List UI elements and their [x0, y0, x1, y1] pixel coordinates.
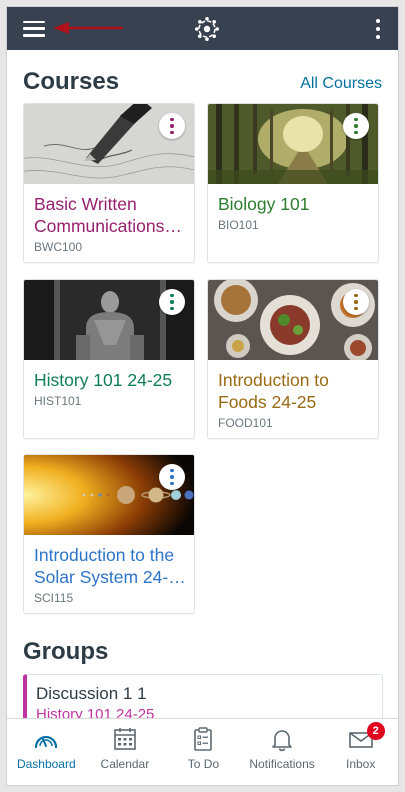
course-card-code: HIST101	[34, 394, 82, 408]
annotation-arrow-icon	[53, 22, 123, 34]
tab-calendar[interactable]: Calendar	[86, 719, 165, 785]
course-card[interactable]: Introduction to the Solar System 24-… SC…	[23, 454, 195, 614]
course-card-code: FOOD101	[218, 416, 273, 430]
todo-clipboard-icon	[194, 727, 213, 751]
course-card-code: SCI115	[34, 591, 74, 605]
calendar-icon	[114, 728, 136, 750]
course-card-code: BIO101	[218, 218, 259, 232]
tab-notifications[interactable]: Notifications	[243, 719, 322, 785]
course-card-title: Basic Written Communications…	[34, 194, 182, 236]
all-courses-link[interactable]: All Courses	[300, 75, 382, 93]
course-card-title: History 101 24-25	[34, 370, 173, 390]
course-card-menu-icon[interactable]	[343, 289, 369, 315]
group-card[interactable]: Discussion 1 1 History 101 24-25	[23, 674, 383, 718]
course-card-title: Introduction to the Solar System 24-…	[34, 545, 186, 587]
top-navigation-bar	[7, 7, 398, 50]
group-card-name: Discussion 1 1	[36, 684, 147, 703]
course-card-code: BWC100	[34, 240, 83, 254]
course-card-menu-icon[interactable]	[159, 113, 185, 139]
dashboard-icon	[35, 735, 58, 749]
tab-label: Notifications	[249, 757, 315, 771]
course-card-title: Biology 101	[218, 194, 310, 214]
course-card-menu-icon[interactable]	[159, 464, 185, 490]
tab-label: Dashboard	[16, 757, 76, 771]
more-options-icon[interactable]	[368, 18, 388, 40]
course-card-title: Introduction to Foods 24-25	[218, 370, 329, 412]
course-card[interactable]: Introduction to Foods 24-25 FOOD101	[207, 279, 379, 439]
canvas-logo-icon	[194, 16, 219, 41]
tab-to-do[interactable]: To Do	[164, 719, 243, 785]
tab-label: To Do	[187, 757, 220, 771]
dashboard-content: Courses All Courses Basic Written Commun…	[7, 50, 398, 718]
course-card[interactable]: Biology 101 BIO101	[207, 103, 379, 263]
course-card[interactable]: History 101 24-25 HIST101	[23, 279, 195, 439]
app-screen: Courses All Courses Basic Written Commun…	[6, 6, 399, 786]
tab-label: Calendar	[100, 757, 150, 771]
bell-icon	[272, 730, 292, 752]
tab-label: Inbox	[345, 757, 376, 771]
course-card-menu-icon[interactable]	[343, 113, 369, 139]
course-card-menu-icon[interactable]	[159, 289, 185, 315]
course-card[interactable]: Basic Written Communications… BWC100	[23, 103, 195, 263]
groups-heading: Groups	[23, 638, 109, 665]
tab-dashboard[interactable]: Dashboard	[7, 719, 86, 785]
bottom-tab-bar: Dashboard Calendar To Do Notifications 2…	[7, 718, 398, 785]
inbox-unread-badge: 2	[366, 722, 385, 740]
courses-heading: Courses	[23, 68, 120, 95]
group-card-course: History 101 24-25	[36, 706, 155, 718]
hamburger-icon[interactable]	[23, 20, 45, 37]
tab-inbox[interactable]: 2 Inbox	[321, 719, 398, 785]
